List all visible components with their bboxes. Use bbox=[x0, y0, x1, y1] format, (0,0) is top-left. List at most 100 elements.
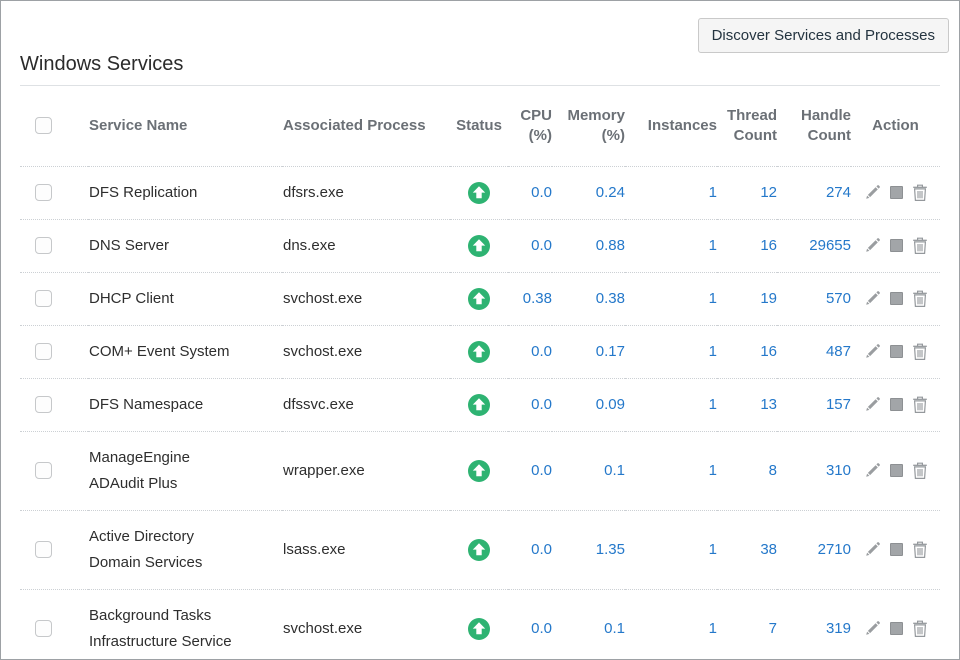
pencil-icon bbox=[864, 620, 881, 637]
delete-button[interactable] bbox=[912, 290, 928, 308]
handle-count-value[interactable]: 319 bbox=[777, 589, 851, 660]
row-checkbox[interactable] bbox=[35, 290, 52, 307]
handle-count-value[interactable]: 310 bbox=[777, 431, 851, 510]
trash-icon bbox=[912, 620, 928, 638]
service-name-cell: ManageEngine ADAudit Plus bbox=[88, 431, 282, 510]
service-name-cell: Background Tasks Infrastructure Service bbox=[88, 589, 282, 660]
thread-count-value[interactable]: 13 bbox=[717, 378, 777, 431]
stop-icon bbox=[890, 622, 903, 635]
cpu-value[interactable]: 0.38 bbox=[508, 272, 552, 325]
pencil-icon bbox=[864, 343, 881, 360]
row-checkbox[interactable] bbox=[35, 237, 52, 254]
stop-button[interactable] bbox=[890, 543, 903, 556]
row-checkbox[interactable] bbox=[35, 462, 52, 479]
row-checkbox[interactable] bbox=[35, 396, 52, 413]
delete-button[interactable] bbox=[912, 396, 928, 414]
table-header-row: Service Name Associated Process Status C… bbox=[20, 86, 940, 166]
edit-button[interactable] bbox=[864, 237, 881, 254]
trash-icon bbox=[912, 184, 928, 202]
thread-count-value[interactable]: 38 bbox=[717, 510, 777, 589]
trash-icon bbox=[912, 237, 928, 255]
instances-value[interactable]: 1 bbox=[625, 219, 717, 272]
thread-count-value[interactable]: 19 bbox=[717, 272, 777, 325]
stop-button[interactable] bbox=[890, 292, 903, 305]
edit-button[interactable] bbox=[864, 290, 881, 307]
edit-button[interactable] bbox=[864, 184, 881, 201]
instances-value[interactable]: 1 bbox=[625, 510, 717, 589]
handle-count-value[interactable]: 157 bbox=[777, 378, 851, 431]
table-row: Active Directory Domain Services lsass.e… bbox=[20, 510, 940, 589]
delete-button[interactable] bbox=[912, 541, 928, 559]
stop-button[interactable] bbox=[890, 622, 903, 635]
trash-icon bbox=[912, 462, 928, 480]
row-checkbox[interactable] bbox=[35, 184, 52, 201]
row-checkbox[interactable] bbox=[35, 343, 52, 360]
service-name-cell: Active Directory Domain Services bbox=[88, 510, 282, 589]
service-name-cell: DNS Server bbox=[88, 219, 282, 272]
cpu-value[interactable]: 0.0 bbox=[508, 431, 552, 510]
associated-process-cell: dns.exe bbox=[282, 219, 450, 272]
memory-value[interactable]: 0.24 bbox=[552, 166, 625, 219]
trash-icon bbox=[912, 343, 928, 361]
thread-count-value[interactable]: 12 bbox=[717, 166, 777, 219]
table-row: DFS Replication dfsrs.exe 0.0 0.24 1 12 … bbox=[20, 166, 940, 219]
instances-value[interactable]: 1 bbox=[625, 589, 717, 660]
handle-count-value[interactable]: 487 bbox=[777, 325, 851, 378]
stop-button[interactable] bbox=[890, 398, 903, 411]
edit-button[interactable] bbox=[864, 462, 881, 479]
stop-button[interactable] bbox=[890, 239, 903, 252]
edit-button[interactable] bbox=[864, 541, 881, 558]
cpu-value[interactable]: 0.0 bbox=[508, 378, 552, 431]
column-header-service-name: Service Name bbox=[88, 86, 282, 166]
memory-value[interactable]: 0.17 bbox=[552, 325, 625, 378]
cpu-value[interactable]: 0.0 bbox=[508, 510, 552, 589]
cpu-value[interactable]: 0.0 bbox=[508, 589, 552, 660]
cpu-value[interactable]: 0.0 bbox=[508, 325, 552, 378]
handle-count-value[interactable]: 274 bbox=[777, 166, 851, 219]
select-all-checkbox[interactable] bbox=[35, 117, 52, 134]
instances-value[interactable]: 1 bbox=[625, 325, 717, 378]
delete-button[interactable] bbox=[912, 237, 928, 255]
delete-button[interactable] bbox=[912, 184, 928, 202]
associated-process-cell: svchost.exe bbox=[282, 272, 450, 325]
discover-services-button[interactable]: Discover Services and Processes bbox=[698, 18, 949, 53]
stop-icon bbox=[890, 398, 903, 411]
delete-button[interactable] bbox=[912, 462, 928, 480]
associated-process-cell: svchost.exe bbox=[282, 589, 450, 660]
memory-value[interactable]: 0.38 bbox=[552, 272, 625, 325]
column-header-thread-count: Thread Count bbox=[717, 86, 777, 166]
edit-button[interactable] bbox=[864, 620, 881, 637]
edit-button[interactable] bbox=[864, 396, 881, 413]
delete-button[interactable] bbox=[912, 343, 928, 361]
instances-value[interactable]: 1 bbox=[625, 378, 717, 431]
pencil-icon bbox=[864, 541, 881, 558]
thread-count-value[interactable]: 7 bbox=[717, 589, 777, 660]
edit-button[interactable] bbox=[864, 343, 881, 360]
stop-button[interactable] bbox=[890, 464, 903, 477]
cpu-value[interactable]: 0.0 bbox=[508, 219, 552, 272]
stop-icon bbox=[890, 543, 903, 556]
instances-value[interactable]: 1 bbox=[625, 166, 717, 219]
row-checkbox[interactable] bbox=[35, 620, 52, 637]
thread-count-value[interactable]: 8 bbox=[717, 431, 777, 510]
cpu-value[interactable]: 0.0 bbox=[508, 166, 552, 219]
memory-value[interactable]: 0.09 bbox=[552, 378, 625, 431]
column-header-action: Action bbox=[851, 86, 940, 166]
instances-value[interactable]: 1 bbox=[625, 431, 717, 510]
stop-button[interactable] bbox=[890, 345, 903, 358]
memory-value[interactable]: 0.1 bbox=[552, 431, 625, 510]
stop-button[interactable] bbox=[890, 186, 903, 199]
handle-count-value[interactable]: 570 bbox=[777, 272, 851, 325]
trash-icon bbox=[912, 541, 928, 559]
memory-value[interactable]: 0.88 bbox=[552, 219, 625, 272]
thread-count-value[interactable]: 16 bbox=[717, 219, 777, 272]
handle-count-value[interactable]: 29655 bbox=[777, 219, 851, 272]
memory-value[interactable]: 1.35 bbox=[552, 510, 625, 589]
handle-count-value[interactable]: 2710 bbox=[777, 510, 851, 589]
row-checkbox[interactable] bbox=[35, 541, 52, 558]
trash-icon bbox=[912, 396, 928, 414]
instances-value[interactable]: 1 bbox=[625, 272, 717, 325]
thread-count-value[interactable]: 16 bbox=[717, 325, 777, 378]
memory-value[interactable]: 0.1 bbox=[552, 589, 625, 660]
delete-button[interactable] bbox=[912, 620, 928, 638]
